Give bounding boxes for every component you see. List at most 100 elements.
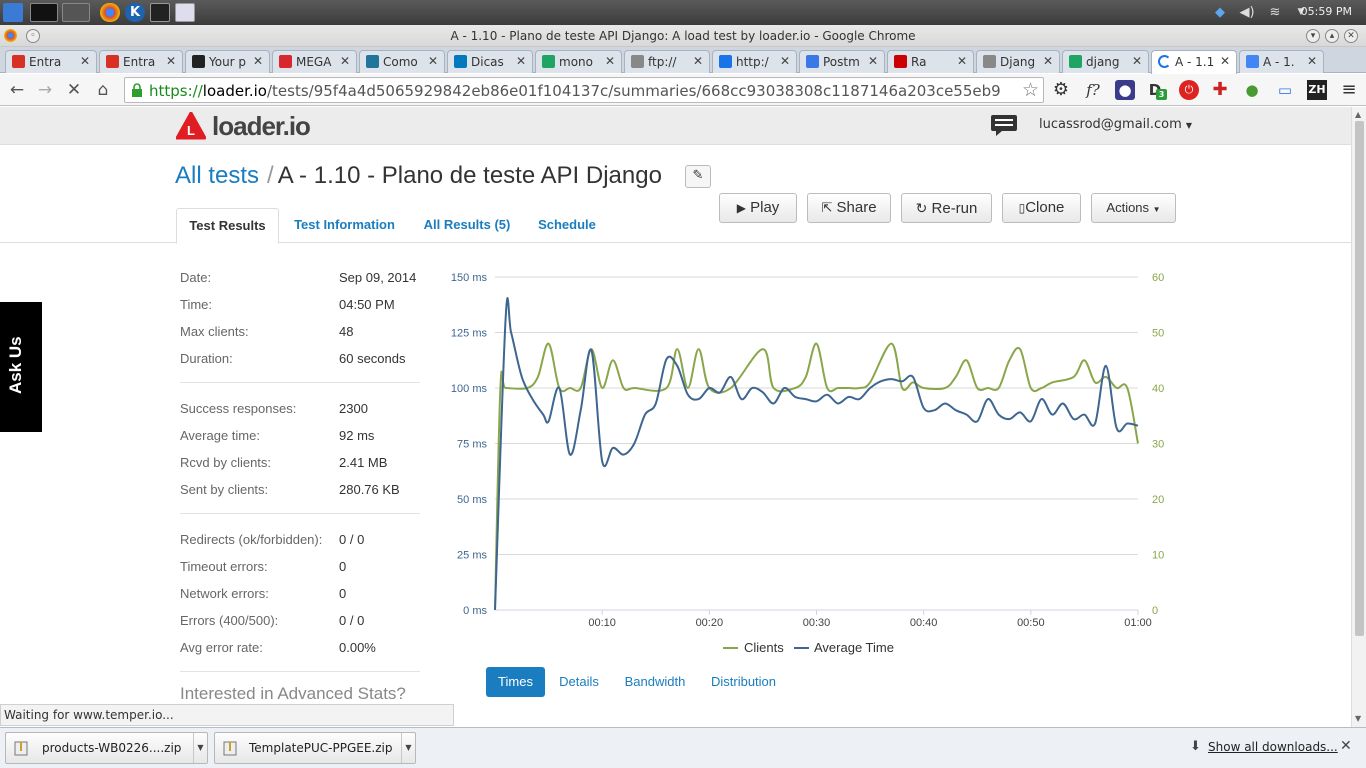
sent-value: 280.76 KB (339, 482, 400, 497)
tab-close-icon[interactable]: ✕ (1220, 54, 1230, 68)
wifi-icon[interactable]: ≋ (1266, 4, 1284, 21)
menu-icon[interactable]: ≡ (1339, 80, 1359, 100)
loader-logo-icon[interactable]: L (176, 112, 206, 140)
bandwidth-button[interactable]: Bandwidth (617, 667, 693, 697)
kde-menu-icon[interactable] (3, 3, 23, 22)
details-button[interactable]: Details (552, 667, 606, 697)
tab-close-icon[interactable]: ✕ (340, 54, 350, 68)
desktop-1-icon[interactable] (30, 3, 58, 22)
edit-title-button[interactable]: ✎ (685, 165, 711, 188)
tab-close-icon[interactable]: ✕ (957, 54, 967, 68)
actions-dropdown[interactable]: Actions ▼ (1091, 193, 1176, 223)
back-icon[interactable]: ← (6, 79, 28, 101)
d-extension-icon[interactable]: D3 (1145, 80, 1167, 100)
browser-tab[interactable]: Postm ✕ (799, 50, 885, 73)
maximize-icon[interactable]: ▴ (1325, 29, 1339, 43)
minimize-icon[interactable]: ▾ (1306, 29, 1320, 43)
times-button[interactable]: Times (486, 667, 545, 697)
browser-tab[interactable]: Djang ✕ (976, 50, 1060, 73)
browser-tab[interactable]: Entra ✕ (99, 50, 183, 73)
evernote-extension-icon[interactable]: ● (1242, 80, 1262, 100)
zip-file-icon (14, 741, 28, 756)
browser-tab[interactable]: Dicas ✕ (447, 50, 533, 73)
browser-tab[interactable]: Your p ✕ (185, 50, 270, 73)
download-item[interactable]: TemplatePUC-PPGEE.zip ▼ (214, 732, 416, 764)
tab-test-results[interactable]: Test Results (176, 208, 279, 244)
close-window-icon[interactable]: ✕ (1344, 29, 1358, 43)
browser-tab[interactable]: A - 1.1 ✕ (1151, 50, 1237, 74)
terminal-icon[interactable] (150, 3, 170, 22)
share-button[interactable]: ⇱ Share (807, 193, 891, 223)
clone-button[interactable]: ▯Clone (1002, 193, 1081, 223)
tab-close-icon[interactable]: ✕ (605, 54, 615, 68)
tab-close-icon[interactable]: ✕ (516, 54, 526, 68)
extension-icon[interactable]: ● (1115, 80, 1135, 100)
scroll-up-icon[interactable]: ▲ (1355, 110, 1361, 119)
tab-schedule[interactable]: Schedule (530, 208, 604, 244)
distribution-button[interactable]: Distribution (703, 667, 784, 697)
tab-close-icon[interactable]: ✕ (868, 54, 878, 68)
errors-label: Errors (400/500): (180, 613, 279, 628)
browser-tab[interactable]: Como ✕ (359, 50, 445, 73)
divider (180, 382, 420, 383)
download-item[interactable]: products-WB0226....zip ▼ (5, 732, 208, 764)
browser-tab[interactable]: A - 1. ✕ (1239, 50, 1324, 73)
show-all-downloads-link[interactable]: Show all downloads... (1208, 740, 1338, 754)
forward-icon[interactable]: → (34, 79, 56, 101)
tab-close-icon[interactable]: ✕ (428, 54, 438, 68)
tab-all-results[interactable]: All Results (5) (416, 208, 518, 244)
x-tick-label: 00:50 (1017, 617, 1045, 629)
close-shelf-icon[interactable]: ✕ (1340, 738, 1352, 754)
legend-label-average-time: Average Time (814, 640, 894, 655)
tab-close-icon[interactable]: ✕ (80, 54, 90, 68)
rerun-button[interactable]: ↻ Re-run (901, 193, 992, 223)
tab-close-icon[interactable]: ✕ (693, 54, 703, 68)
tab-close-icon[interactable]: ✕ (166, 54, 176, 68)
browser-tab[interactable]: ftp:// ✕ (624, 50, 710, 73)
chat-icon[interactable] (990, 114, 1018, 136)
scroll-down-icon[interactable]: ▼ (1355, 714, 1361, 723)
play-button[interactable]: ▶ Play (719, 193, 797, 223)
tab-close-icon[interactable]: ✕ (780, 54, 790, 68)
browser-tab[interactable]: Entra ✕ (5, 50, 97, 73)
all-tests-link[interactable]: All tests (175, 162, 259, 189)
browser-tab[interactable]: Ra ✕ (887, 50, 974, 73)
settings-gear-icon[interactable]: ⚙ (1051, 80, 1071, 100)
tab-close-icon[interactable]: ✕ (253, 54, 263, 68)
user-menu[interactable]: lucassrod@gmail.com ▼ (1039, 117, 1192, 132)
tab-close-icon[interactable]: ✕ (1132, 54, 1142, 68)
url-protocol: https:// (149, 82, 203, 100)
zh-extension-icon[interactable]: ZH (1307, 80, 1327, 100)
logo-text[interactable]: loader.io (212, 111, 311, 142)
stop-icon[interactable]: ✕ (63, 79, 85, 101)
tab-close-icon[interactable]: ✕ (1307, 54, 1317, 68)
stop-extension-icon[interactable]: ⏻ (1179, 80, 1199, 100)
konqueror-icon[interactable]: K (125, 3, 145, 22)
bookmark-star-icon[interactable]: ☆ (1022, 79, 1039, 101)
tab-test-information[interactable]: Test Information (285, 208, 404, 244)
dropbox-icon[interactable]: ◆ (1211, 4, 1229, 21)
drive-icon (1069, 55, 1082, 68)
home-icon[interactable]: ⌂ (92, 79, 114, 101)
calendar-icon[interactable] (175, 3, 195, 22)
tab-close-icon[interactable]: ✕ (1043, 54, 1053, 68)
y-right-tick-label: 20 (1152, 494, 1164, 506)
browser-tab[interactable]: djang ✕ (1062, 50, 1149, 73)
download-menu-icon[interactable]: ▼ (401, 733, 415, 763)
scroll-thumb[interactable] (1355, 121, 1364, 636)
page-scrollbar[interactable]: ▲ ▼ (1351, 107, 1366, 727)
chrome-launcher-icon[interactable] (100, 3, 120, 22)
desktop-2-icon[interactable] (62, 3, 90, 22)
rcvd-label: Rcvd by clients: (180, 455, 272, 470)
medic-extension-icon[interactable]: ✚ (1210, 80, 1230, 100)
browser-tab[interactable]: http:/ ✕ (712, 50, 797, 73)
volume-icon[interactable]: ◀) (1238, 4, 1256, 21)
download-menu-icon[interactable]: ▼ (193, 733, 207, 763)
browser-tab[interactable]: mono ✕ (535, 50, 622, 73)
browser-tab[interactable]: MEGA ✕ (272, 50, 357, 73)
cast-extension-icon[interactable]: ▭ (1275, 80, 1295, 100)
ask-us-widget[interactable]: Ask Us (0, 302, 42, 432)
address-bar[interactable]: https://loader.io/tests/95f4a4d506592984… (124, 77, 1044, 103)
zip-file-icon (223, 741, 237, 756)
formula-extension-icon[interactable]: f? (1083, 80, 1103, 100)
